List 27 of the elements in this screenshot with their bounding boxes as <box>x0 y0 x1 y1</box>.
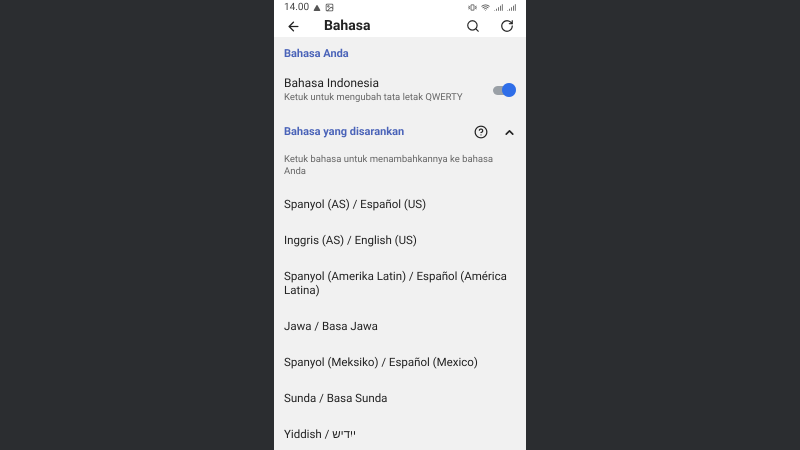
language-option[interactable]: Spanyol (Meksiko) / Español (Mexico) <box>284 346 516 378</box>
hint-text: Ketuk bahasa untuk menambahkannya ke bahasa Anda <box>284 154 494 178</box>
toggle-switch[interactable] <box>492 82 516 98</box>
vibrate-icon <box>468 3 477 12</box>
app-bar-title: Bahasa <box>324 16 370 36</box>
language-option[interactable]: Spanyol (AS) / Español (US) <box>284 188 516 220</box>
section-heading: Bahasa Anda <box>284 47 350 61</box>
search-icon <box>466 19 480 33</box>
search-button[interactable] <box>464 17 482 35</box>
refresh-icon <box>500 19 514 33</box>
language-name: Bahasa Indonesia <box>284 76 380 91</box>
signal-icon <box>494 3 503 12</box>
status-time: 14.00 <box>284 1 310 15</box>
wifi-icon <box>481 3 490 12</box>
notification-icon <box>313 4 322 12</box>
help-icon[interactable] <box>474 125 488 139</box>
refresh-button[interactable] <box>498 17 516 35</box>
language-option[interactable]: Spanyol (Amerika Latin) / Español (América Latina) <box>284 260 516 306</box>
language-option[interactable]: Jawa / Basa Jawa <box>284 310 516 342</box>
language-subtitle: Ketuk untuk mengubah tata letak QWERTY <box>284 91 464 104</box>
language-option[interactable]: Sunda / Basa Sunda <box>284 382 516 414</box>
image-icon <box>325 3 334 12</box>
language-row[interactable]: Bahasa Indonesia Ketuk untuk mengubah tata letak QWERTY <box>284 76 516 104</box>
language-option[interactable]: Yiddish / ייִדיש <box>284 418 516 450</box>
language-option[interactable]: Inggris (AS) / English (US) <box>284 224 516 256</box>
section-heading: Bahasa yang disarankan <box>284 125 406 139</box>
signal-icon <box>507 3 516 12</box>
